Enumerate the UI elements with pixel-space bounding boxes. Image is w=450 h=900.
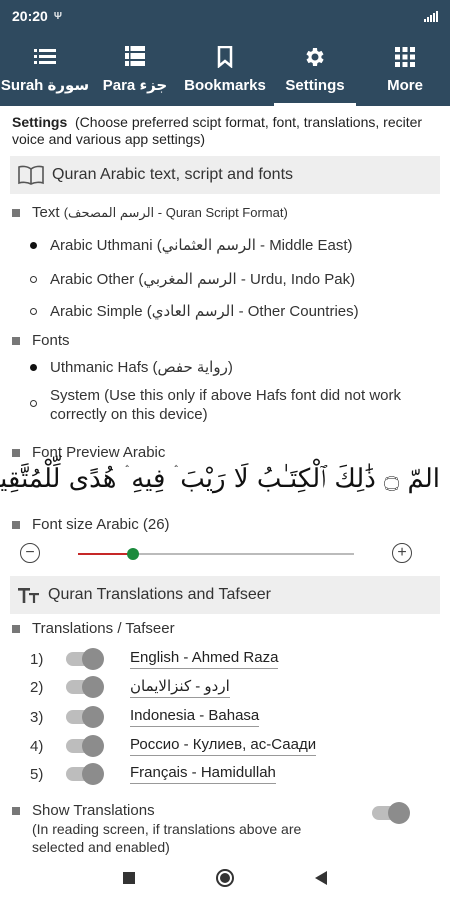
option-arabic-simple[interactable]: Arabic Simple (الرسم العادي - Other Coun… xyxy=(30,302,359,321)
translation-name[interactable]: Россио - Кулиев, ас-Саади xyxy=(130,736,317,756)
translation-name[interactable]: Indonesia - Bahasa xyxy=(130,707,260,727)
section-arabic-title: Quran Arabic text, script and fonts xyxy=(52,166,294,183)
translation-toggle[interactable] xyxy=(66,763,104,785)
text-size-icon xyxy=(18,586,40,604)
section-arabic-header: Quran Arabic text, script and fonts xyxy=(10,156,440,194)
settings-content[interactable]: Settings (Choose preferred scipt format,… xyxy=(0,106,450,860)
text-sub-label: (الرسم المصحف - Quran Script Format) xyxy=(63,204,288,220)
bullet-square xyxy=(12,208,20,217)
show-translations-label: Show Translations xyxy=(32,802,155,819)
radio-unselected[interactable] xyxy=(30,308,37,315)
font-size-label: Font size Arabic (26) xyxy=(32,516,170,533)
translation-number: 4) xyxy=(30,737,44,755)
translation-toggle[interactable] xyxy=(66,735,104,757)
font-preview-label-row: Font Preview Arabic xyxy=(12,444,165,461)
slider-thumb[interactable] xyxy=(127,548,140,560)
list-icon xyxy=(34,44,56,68)
nav-more-label: More xyxy=(387,76,423,94)
slider-fill xyxy=(78,553,134,555)
translation-toggle[interactable] xyxy=(66,648,104,670)
translation-toggle[interactable] xyxy=(66,676,104,698)
translation-item[interactable]: 1) English - Ahmed Raza xyxy=(30,646,430,672)
option-label: Arabic Uthmani (الرسم العثماني - Middle … xyxy=(50,237,353,254)
font-size-label-row: Font size Arabic (26) xyxy=(12,516,170,533)
option-font-system[interactable]: System (Use this only if above Hafs font… xyxy=(30,386,430,424)
radio-unselected[interactable] xyxy=(30,276,37,283)
status-time: 20:20 xyxy=(12,8,48,24)
text-format-label: Text (الرسم المصحف - Quran Script Format… xyxy=(12,204,288,221)
home-button[interactable] xyxy=(215,868,235,893)
translation-item[interactable]: 3) Indonesia - Bahasa xyxy=(30,704,430,730)
section-translations-title: Quran Translations and Tafseer xyxy=(48,586,271,603)
nav-settings-label: Settings xyxy=(285,76,345,94)
fonts-label: Fonts xyxy=(32,332,70,349)
translations-label-row: Translations / Tafseer xyxy=(12,620,175,637)
recents-button[interactable] xyxy=(123,871,135,889)
grid-list-icon xyxy=(125,44,145,68)
bullet-square xyxy=(12,807,20,815)
bookmark-icon xyxy=(217,45,233,69)
translation-name[interactable]: اردو - کنزالایمان xyxy=(130,677,230,698)
signal-icon xyxy=(424,10,438,22)
section-translations-header: Quran Translations and Tafseer xyxy=(10,576,440,614)
settings-intro: Settings (Choose preferred scipt format,… xyxy=(12,114,442,148)
show-translations-text: Show Translations (In reading screen, if… xyxy=(32,802,352,856)
radio-selected[interactable] xyxy=(30,242,37,249)
option-label: Uthmanic Hafs (رواية حفص) xyxy=(50,359,233,376)
translation-number: 2) xyxy=(30,678,44,696)
nav-more[interactable]: More xyxy=(360,32,450,106)
top-nav: Surah سورة Para جزء Bookmarks Settings M… xyxy=(0,32,450,106)
translation-item[interactable]: 2) اردو - کنزالایمان xyxy=(30,674,430,700)
gear-icon xyxy=(303,45,327,69)
nav-bookmarks-label: Bookmarks xyxy=(184,76,266,94)
show-translations-toggle[interactable] xyxy=(372,802,410,824)
text-label: Text xyxy=(32,204,60,221)
option-arabic-other[interactable]: Arabic Other (الرسم المغربي - Urdu, Indo… xyxy=(30,270,355,289)
arabic-preview-text: المّ ۝ ذَٰلِكَ ٱلْكِتَـٰبُ لَا رَيْبَ ۛ … xyxy=(0,464,440,494)
bullet-square xyxy=(12,624,20,633)
apps-grid-icon xyxy=(395,45,415,69)
translation-name[interactable]: Français - Hamidullah xyxy=(130,764,276,784)
status-bar: 20:20 Ψ xyxy=(0,0,450,32)
translation-number: 1) xyxy=(30,650,44,668)
nav-bookmarks[interactable]: Bookmarks xyxy=(180,32,270,106)
option-arabic-uthmani[interactable]: Arabic Uthmani (الرسم العثماني - Middle … xyxy=(30,236,353,255)
increase-font-button[interactable]: + xyxy=(392,543,412,563)
show-translations-row[interactable]: Show Translations (In reading screen, if… xyxy=(12,802,432,856)
show-translations-sub: (In reading screen, if translations abov… xyxy=(32,821,302,855)
translations-label: Translations / Tafseer xyxy=(32,620,175,637)
font-preview-label: Font Preview Arabic xyxy=(32,444,166,461)
bullet-square xyxy=(12,336,20,345)
nav-para[interactable]: Para جزء xyxy=(90,32,180,106)
translation-name[interactable]: English - Ahmed Raza xyxy=(130,649,279,669)
nav-para-label: Para جزء xyxy=(102,77,168,94)
fonts-label-row: Fonts xyxy=(12,332,70,349)
translation-toggle[interactable] xyxy=(66,706,104,728)
font-size-slider: − + xyxy=(18,542,428,566)
option-font-hafs[interactable]: Uthmanic Hafs (رواية حفص) xyxy=(30,358,233,377)
nav-settings[interactable]: Settings xyxy=(270,32,360,106)
option-label: System (Use this only if above Hafs font… xyxy=(50,387,401,423)
translation-item[interactable]: 5) Français - Hamidullah xyxy=(30,761,430,787)
bullet-square xyxy=(12,520,20,529)
system-nav-bar xyxy=(0,860,450,900)
book-icon xyxy=(18,165,44,185)
back-button[interactable] xyxy=(315,870,327,890)
status-indicator: Ψ xyxy=(53,10,62,22)
settings-intro-text: (Choose preferred scipt format, font, tr… xyxy=(12,114,423,147)
nav-surah-label: Surah سورة xyxy=(0,77,90,94)
translation-number: 3) xyxy=(30,708,44,726)
radio-unselected[interactable] xyxy=(30,400,37,407)
option-label: Arabic Other (الرسم المغربي - Urdu, Indo… xyxy=(50,271,356,288)
option-label: Arabic Simple (الرسم العادي - Other Coun… xyxy=(50,303,359,320)
settings-title: Settings xyxy=(12,114,68,130)
bullet-square xyxy=(12,448,20,457)
radio-selected[interactable] xyxy=(30,364,37,371)
slider-track[interactable] xyxy=(78,548,354,560)
nav-surah[interactable]: Surah سورة xyxy=(0,32,90,106)
translation-item[interactable]: 4) Россио - Кулиев, ас-Саади xyxy=(30,733,430,759)
translation-number: 5) xyxy=(30,765,44,783)
decrease-font-button[interactable]: − xyxy=(20,543,40,563)
